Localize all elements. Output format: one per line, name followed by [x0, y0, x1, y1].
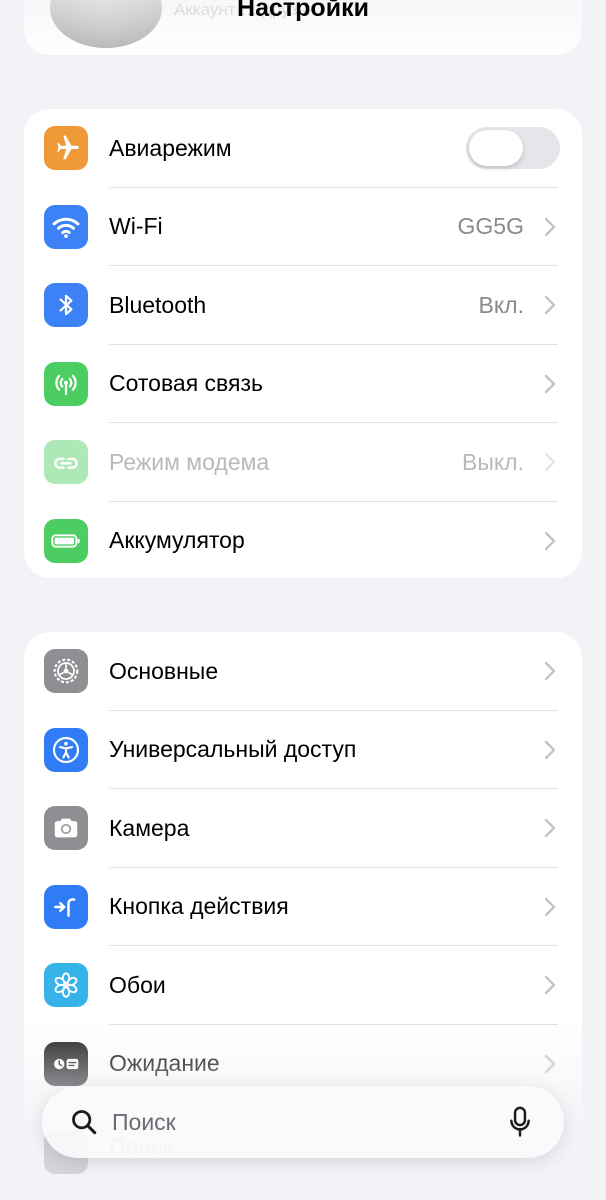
camera-label: Камера: [109, 814, 190, 841]
chevron-right-icon: [542, 530, 558, 552]
battery-icon: [44, 518, 88, 563]
search-input[interactable]: [112, 1104, 492, 1140]
settings-row-wifi[interactable]: Wi-Fi GG5G: [24, 188, 582, 266]
chevron-right-icon: [542, 974, 558, 996]
connectivity-group: Авиарежим Wi-Fi GG5G Bluetooth Вкл. Сото…: [24, 109, 582, 578]
cellular-icon: [44, 361, 88, 406]
camera-icon: [44, 806, 88, 851]
standby-label: Ожидание: [109, 1050, 220, 1077]
wifi-value: GG5G: [457, 213, 524, 240]
accessibility-icon: [44, 727, 88, 772]
wallpaper-icon: [44, 963, 88, 1008]
hotspot-label: Режим модема: [109, 448, 270, 475]
battery-label: Аккумулятор: [109, 527, 245, 554]
settings-row-camera[interactable]: Камера: [24, 789, 582, 868]
action-button-icon: [44, 884, 88, 929]
chevron-right-icon: [542, 660, 558, 682]
airplane-icon: [44, 126, 88, 171]
airplane-label: Авиарежим: [109, 134, 232, 161]
bluetooth-icon: [44, 283, 88, 328]
chevron-right-icon: [542, 1053, 558, 1075]
settings-row-bluetooth[interactable]: Bluetooth Вкл.: [24, 266, 582, 345]
toggle-knob: [469, 130, 523, 167]
bluetooth-value: Вкл.: [478, 291, 524, 318]
chevron-right-icon: [542, 739, 558, 761]
airplane-toggle[interactable]: [466, 127, 560, 170]
hotspot-icon: [44, 440, 88, 485]
settings-row-action-button[interactable]: Кнопка действия: [24, 868, 582, 946]
chevron-right-icon: [542, 451, 558, 473]
general-label: Основные: [109, 657, 219, 684]
gear-icon: [44, 649, 88, 694]
microphone-icon[interactable]: [508, 1106, 532, 1138]
settings-row-cellular[interactable]: Сотовая связь: [24, 345, 582, 423]
wifi-icon: [44, 204, 88, 249]
wallpaper-label: Обои: [109, 971, 166, 998]
chevron-right-icon: [542, 216, 558, 238]
settings-row-general[interactable]: Основные: [24, 632, 582, 711]
accessibility-label: Универсальный доступ: [109, 736, 357, 763]
search-icon: [72, 1110, 97, 1135]
action-button-label: Кнопка действия: [109, 893, 289, 920]
bluetooth-label: Bluetooth: [109, 291, 207, 318]
chevron-right-icon: [542, 896, 558, 918]
settings-row-airplane: Авиарежим: [24, 109, 582, 188]
settings-row-battery[interactable]: Аккумулятор: [24, 502, 582, 579]
settings-row-wallpaper[interactable]: Обои: [24, 946, 582, 1025]
page-title: Настройки: [237, 0, 369, 22]
settings-row-accessibility[interactable]: Универсальный доступ: [24, 711, 582, 789]
standby-icon: [44, 1041, 88, 1086]
wifi-label: Wi-Fi: [109, 213, 163, 240]
hotspot-value: Выкл.: [461, 448, 524, 475]
chevron-right-icon: [542, 817, 558, 839]
cellular-label: Сотовая связь: [109, 370, 264, 397]
search-bar[interactable]: [42, 1086, 564, 1158]
chevron-right-icon: [542, 294, 558, 316]
settings-row-hotspot[interactable]: Режим модема Выкл.: [24, 423, 582, 502]
chevron-right-icon: [542, 373, 558, 395]
